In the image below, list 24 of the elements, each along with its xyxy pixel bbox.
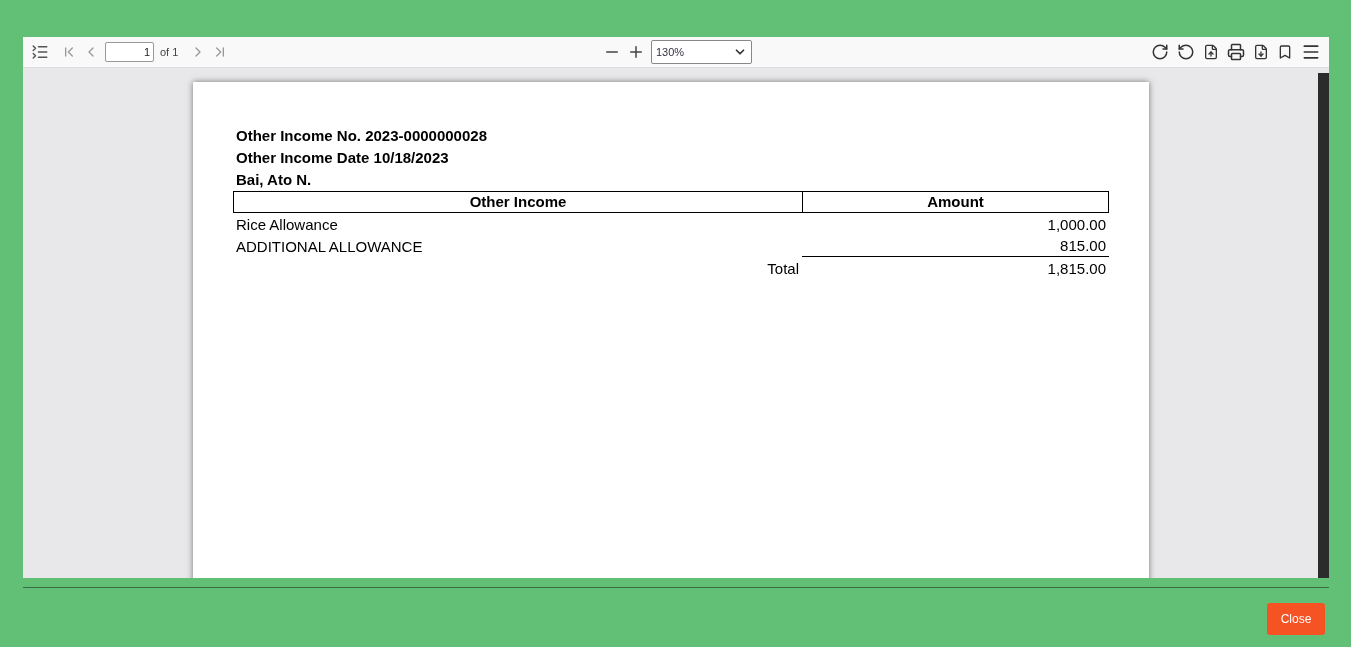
total-label: Total bbox=[766, 259, 800, 279]
document-heading: Bai, Ato N. bbox=[236, 170, 313, 190]
sidebar-toggle-icon[interactable] bbox=[31, 43, 49, 61]
table-cell-text: 1,000.00 bbox=[1046, 215, 1107, 235]
zoom-in-icon[interactable] bbox=[627, 43, 645, 61]
column-header: Amount bbox=[926, 192, 985, 212]
document-heading: Other Income Date 10/18/2023 bbox=[236, 148, 450, 168]
column-header: Other Income bbox=[234, 192, 803, 212]
document-heading: Other Income No. 2023-0000000028 bbox=[236, 126, 488, 146]
rotate-clockwise-icon[interactable] bbox=[1151, 43, 1169, 61]
table-cell-text: ADDITIONAL ALLOWANCE bbox=[235, 237, 424, 257]
menu-icon[interactable] bbox=[1301, 42, 1321, 62]
open-file-icon[interactable] bbox=[1203, 44, 1219, 60]
download-icon[interactable] bbox=[1253, 44, 1269, 60]
print-icon[interactable] bbox=[1227, 43, 1245, 61]
total-value: 1,815.00 bbox=[1046, 259, 1107, 279]
table-cell: 815.00 bbox=[802, 236, 1109, 257]
table-cell-text: Rice Allowance bbox=[235, 215, 339, 235]
bookmark-icon[interactable] bbox=[1277, 44, 1293, 60]
page-number-input[interactable]: 1 bbox=[105, 42, 154, 62]
zoom-select[interactable]: 130% bbox=[651, 40, 752, 64]
scrollbar[interactable] bbox=[1318, 73, 1329, 578]
rotate-counterclockwise-icon[interactable] bbox=[1177, 43, 1195, 61]
page-count: of 1 bbox=[160, 44, 179, 60]
